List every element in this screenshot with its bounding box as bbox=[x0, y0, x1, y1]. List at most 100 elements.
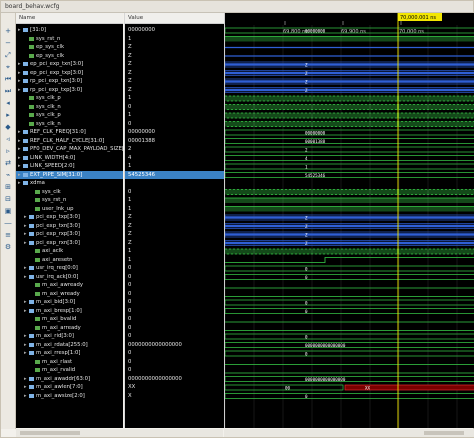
value-row[interactable]: Z bbox=[125, 77, 224, 85]
zoom-cursor-icon[interactable]: ⌖ bbox=[4, 63, 12, 71]
signal-row[interactable]: ▸ m_axi_awaddr[63:0] bbox=[16, 375, 123, 383]
go-start-icon[interactable]: ⏮ bbox=[4, 75, 12, 83]
value-row[interactable]: Z bbox=[125, 239, 224, 247]
signal-row[interactable]: m_axi_wready bbox=[16, 290, 123, 298]
horizontal-scrollbar-names[interactable] bbox=[16, 429, 223, 437]
value-row[interactable]: Z bbox=[125, 52, 224, 60]
group-icon[interactable]: ▣ bbox=[4, 207, 12, 215]
value-row[interactable]: 54525346 bbox=[125, 170, 224, 179]
signal-row[interactable]: sys_clk_p bbox=[16, 94, 123, 102]
signal-row[interactable]: m_axi_arready bbox=[16, 324, 123, 332]
value-row[interactable]: 0 bbox=[125, 120, 224, 128]
signal-row[interactable]: sys_clk bbox=[16, 188, 123, 196]
name-column-header[interactable]: Name bbox=[16, 13, 123, 24]
signal-row[interactable]: ▸ EXT_PIPE_SIM[31:0] bbox=[16, 170, 123, 179]
value-column-header[interactable]: Value bbox=[125, 13, 224, 24]
expand-arrow-icon[interactable]: ▸ bbox=[18, 162, 21, 170]
value-row[interactable]: 00001388 bbox=[125, 137, 224, 145]
collapse-icon[interactable]: ⊟ bbox=[4, 195, 12, 203]
next-edge-icon[interactable]: ▸ bbox=[4, 111, 12, 119]
expand-arrow-icon[interactable]: ▸ bbox=[18, 60, 21, 68]
signal-row[interactable]: axi_aresetn bbox=[16, 256, 123, 264]
signal-row[interactable]: ▸ m_axi_awlen[7:0] bbox=[16, 383, 123, 391]
signal-row[interactable]: ▸ ep_pci_exp_txn[3:0] bbox=[16, 60, 123, 68]
signal-row[interactable]: ▸ pci_exp_txp[3:0] bbox=[16, 213, 123, 221]
signal-row[interactable]: ▸ [31:0] bbox=[16, 26, 123, 34]
signal-row[interactable]: sys_rst_n bbox=[16, 196, 123, 204]
expand-arrow-icon[interactable]: ▸ bbox=[24, 230, 27, 238]
expand-arrow-icon[interactable]: ▸ bbox=[24, 383, 27, 391]
value-row[interactable]: 0 bbox=[125, 273, 224, 281]
signal-row[interactable]: ▸ usr_irq_req[0:0] bbox=[16, 264, 123, 272]
scroll-thumb-wave[interactable] bbox=[424, 431, 464, 435]
value-row[interactable]: 0 bbox=[125, 349, 224, 357]
expand-arrow-icon[interactable]: ▸ bbox=[18, 171, 21, 179]
zoom-in-icon[interactable]: + bbox=[4, 27, 12, 35]
value-row[interactable]: 0 bbox=[125, 264, 224, 272]
value-row[interactable]: Z bbox=[125, 43, 224, 51]
expand-icon[interactable]: ⊞ bbox=[4, 183, 12, 191]
value-row[interactable]: 0 bbox=[125, 332, 224, 340]
expand-arrow-icon[interactable]: ▸ bbox=[18, 86, 21, 94]
value-row[interactable]: 0 bbox=[125, 188, 224, 196]
expand-arrow-icon[interactable]: ▸ bbox=[18, 154, 21, 162]
expand-arrow-icon[interactable]: ▸ bbox=[24, 298, 27, 306]
horizontal-scrollbar-wave[interactable] bbox=[224, 429, 474, 437]
signal-row[interactable]: sys_clk_p bbox=[16, 111, 123, 119]
signal-row[interactable]: m_axi_rvalid bbox=[16, 366, 123, 374]
snap-icon[interactable]: ⌁ bbox=[4, 171, 12, 179]
signal-row[interactable]: ▸ xdma bbox=[16, 179, 123, 187]
signal-row[interactable]: ▸ pci_exp_txn[3:0] bbox=[16, 222, 123, 230]
expand-arrow-icon[interactable]: ▸ bbox=[24, 239, 27, 247]
value-row[interactable]: Z bbox=[125, 213, 224, 221]
go-end-icon[interactable]: ⏭ bbox=[4, 87, 12, 95]
signal-row[interactable]: sys_rst_n bbox=[16, 35, 123, 43]
value-row[interactable]: 1 bbox=[125, 256, 224, 264]
signal-row[interactable]: ▸ m_axi_bid[3:0] bbox=[16, 298, 123, 306]
value-row[interactable]: Z bbox=[125, 69, 224, 77]
signal-row[interactable]: ▸ LINK_SPEED[2:0] bbox=[16, 162, 123, 170]
divider-icon[interactable]: ― bbox=[4, 219, 12, 227]
value-row[interactable]: 0 bbox=[125, 358, 224, 366]
signal-row[interactable]: ▸ m_axi_awsize[2:0] bbox=[16, 392, 123, 400]
value-row[interactable]: 1 bbox=[125, 247, 224, 255]
prev-marker-icon[interactable]: ◃ bbox=[4, 135, 12, 143]
virtual-bus-icon[interactable]: ≡ bbox=[4, 231, 12, 239]
expand-arrow-icon[interactable]: ▸ bbox=[24, 222, 27, 230]
signal-row[interactable]: m_axi_rlast bbox=[16, 358, 123, 366]
value-row[interactable]: Z bbox=[125, 222, 224, 230]
expand-arrow-icon[interactable]: ▸ bbox=[18, 77, 21, 85]
value-row[interactable]: X bbox=[125, 392, 224, 400]
expand-arrow-icon[interactable]: ▸ bbox=[24, 349, 27, 357]
value-row[interactable]: 0 bbox=[125, 324, 224, 332]
add-marker-icon[interactable]: ◆ bbox=[4, 123, 12, 131]
expand-arrow-icon[interactable]: ▸ bbox=[24, 264, 27, 272]
signal-row[interactable]: ▸ rp_pci_exp_txp[3:0] bbox=[16, 86, 123, 94]
value-row[interactable]: 0 bbox=[125, 298, 224, 306]
signal-row[interactable]: m_axi_bvalid bbox=[16, 315, 123, 323]
prev-edge-icon[interactable]: ◂ bbox=[4, 99, 12, 107]
value-row[interactable]: 1 bbox=[125, 162, 224, 170]
signal-row[interactable]: ▸ LINK_WIDTH[4:0] bbox=[16, 154, 123, 162]
expand-arrow-icon[interactable]: ▸ bbox=[18, 128, 21, 136]
value-row[interactable]: 1 bbox=[125, 35, 224, 43]
swap-cursor-icon[interactable]: ⇄ bbox=[4, 159, 12, 167]
signal-row[interactable]: ▸ usr_irq_ack[0:0] bbox=[16, 273, 123, 281]
value-row[interactable]: 0 bbox=[125, 366, 224, 374]
expand-arrow-icon[interactable]: ▸ bbox=[18, 145, 21, 153]
signal-row[interactable]: ▸ m_axi_rresp[1:0] bbox=[16, 349, 123, 357]
waveform-panel[interactable]: 69,800 ns 69,900 ns 70,000 ns 00000000 Z Z Z Z 0… bbox=[224, 13, 474, 428]
value-row[interactable]: 00000000 bbox=[125, 128, 224, 136]
value-row[interactable]: XX bbox=[125, 383, 224, 391]
value-row[interactable] bbox=[125, 179, 224, 187]
waveform-canvas[interactable]: 69,800 ns 69,900 ns 70,000 ns00000000ZZZZ0… bbox=[224, 13, 474, 428]
expand-arrow-icon[interactable]: ▸ bbox=[18, 26, 21, 34]
signal-row[interactable]: ▸ rp_pci_exp_txn[3:0] bbox=[16, 77, 123, 85]
expand-arrow-icon[interactable]: ▸ bbox=[18, 137, 21, 145]
value-row[interactable]: 2 bbox=[125, 145, 224, 153]
scroll-thumb[interactable] bbox=[20, 431, 80, 435]
value-row[interactable]: 4 bbox=[125, 154, 224, 162]
signal-row[interactable]: ▸ REF_CLK_HALF_CYCLE[31:0] bbox=[16, 137, 123, 145]
signal-row[interactable]: ▸ PF0_DEV_CAP_MAX_PAYLOAD_SIZE[2:0] bbox=[16, 145, 123, 153]
zoom-out-icon[interactable]: − bbox=[4, 39, 12, 47]
